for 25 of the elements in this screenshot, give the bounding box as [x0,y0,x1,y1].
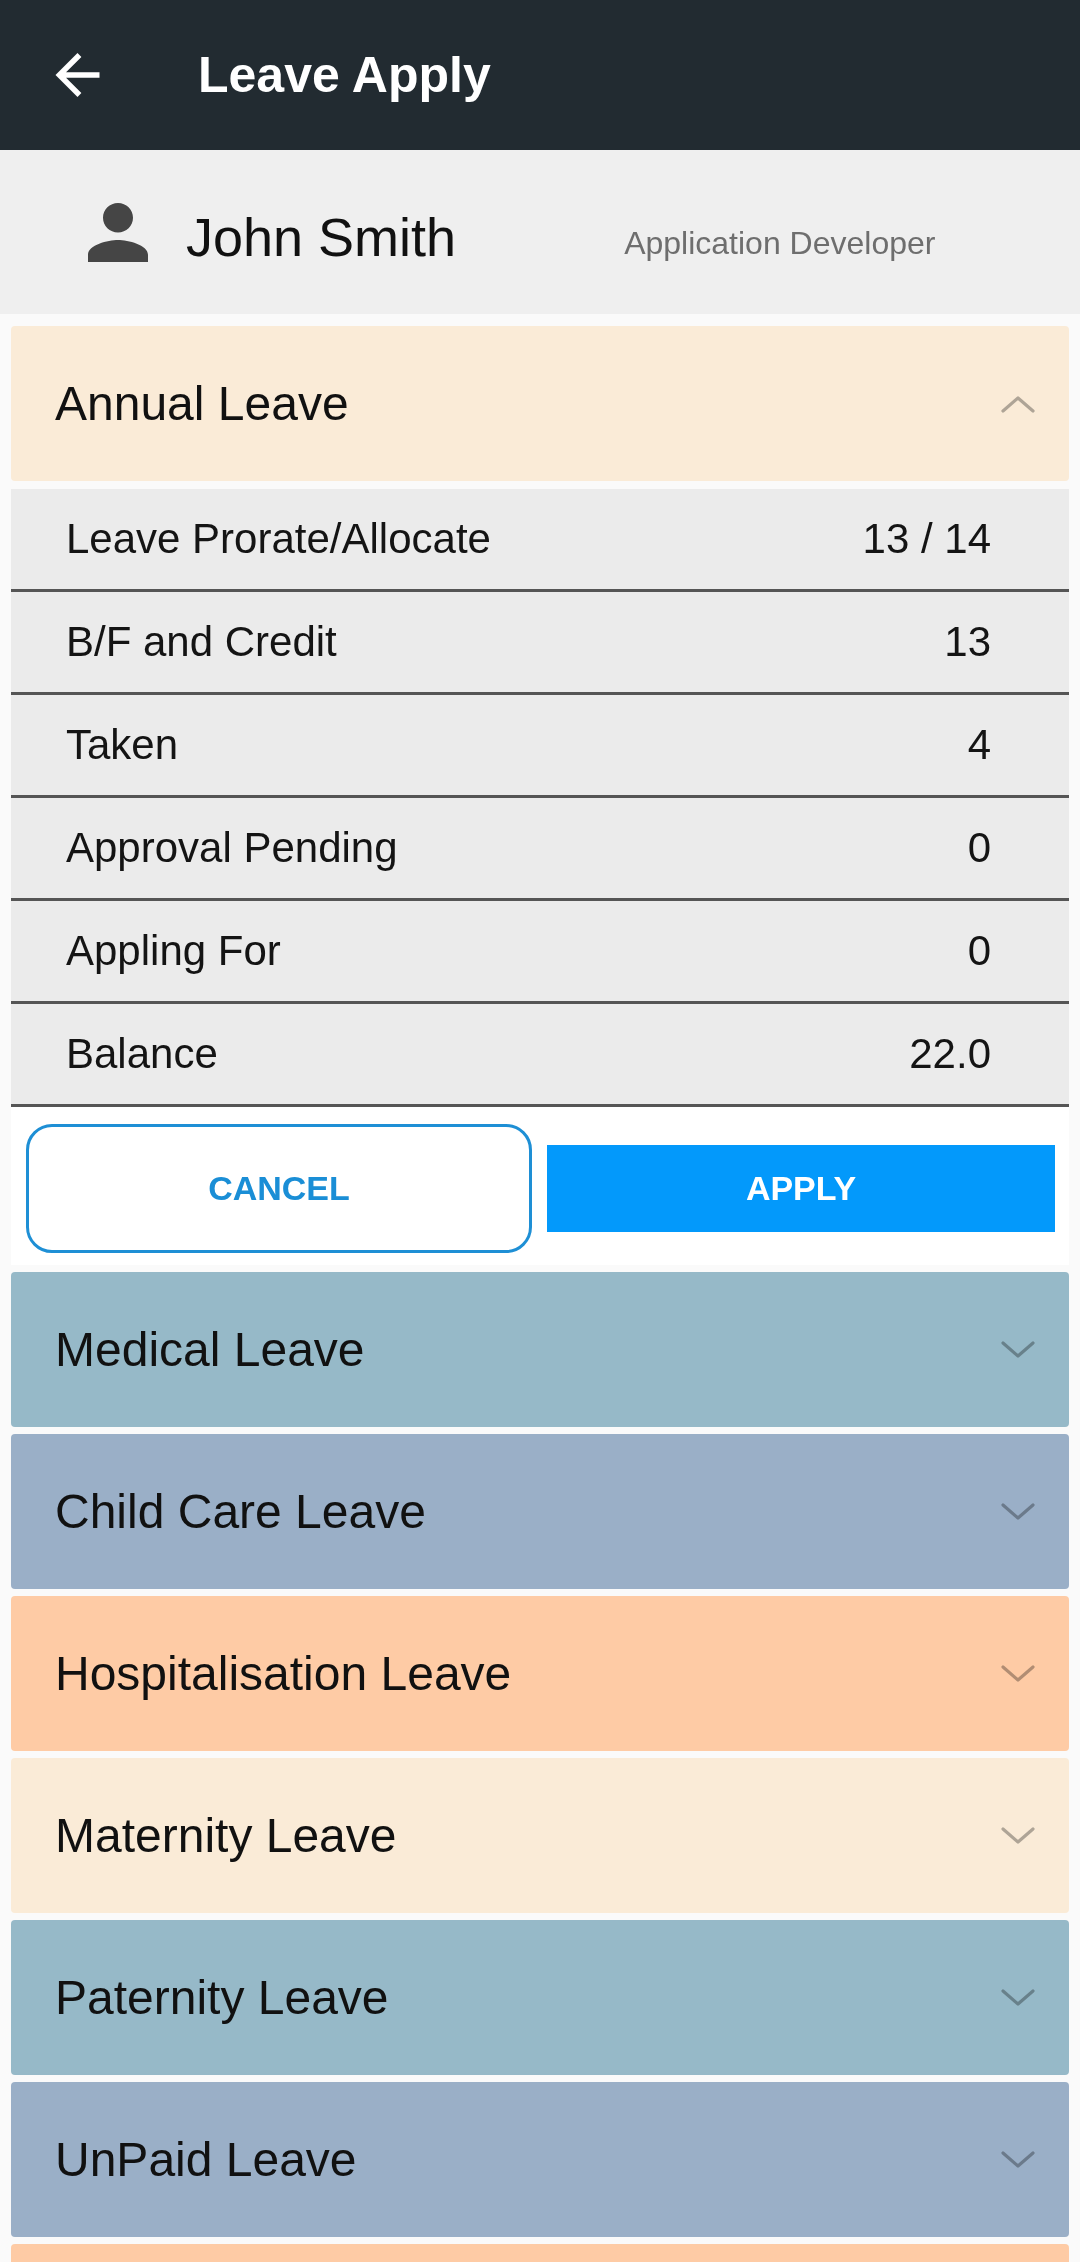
detail-label: B/F and Credit [66,618,337,666]
accordion-header[interactable]: Medical Leave [11,1272,1069,1427]
accordion-header[interactable]: UnPaid Leave [11,2082,1069,2237]
accordion-header[interactable]: Annual Leave [11,326,1069,481]
detail-value: 13 [944,618,991,666]
detail-label: Approval Pending [66,824,398,872]
detail-value: 4 [967,721,991,769]
back-arrow-icon[interactable] [55,53,100,97]
accordion-header[interactable]: Hospitalisation Leave [11,1596,1069,1751]
screen-title: Leave Apply [198,46,491,104]
detail-value: 0 [967,824,991,872]
person-icon [88,202,148,262]
detail-label: Leave Prorate/Allocate [66,515,491,563]
cancel-button[interactable]: CANCEL [26,1124,532,1253]
accordion-header[interactable]: Child Care Leave [11,1434,1069,1589]
job-title: Application Developer [624,224,936,262]
detail-value: 0 [967,927,991,975]
detail-value: 22.0 [909,1030,991,1078]
accordion-header[interactable]: Maternity Leave [11,1758,1069,1913]
accordion-header[interactable]: Paternity Leave [11,1920,1069,2075]
detail-label: Taken [66,721,179,769]
user-name: John Smith [186,206,457,268]
detail-label: Balance [66,1030,218,1078]
detail-value: 13 / 14 [862,515,991,563]
detail-label: Appling For [66,927,281,975]
